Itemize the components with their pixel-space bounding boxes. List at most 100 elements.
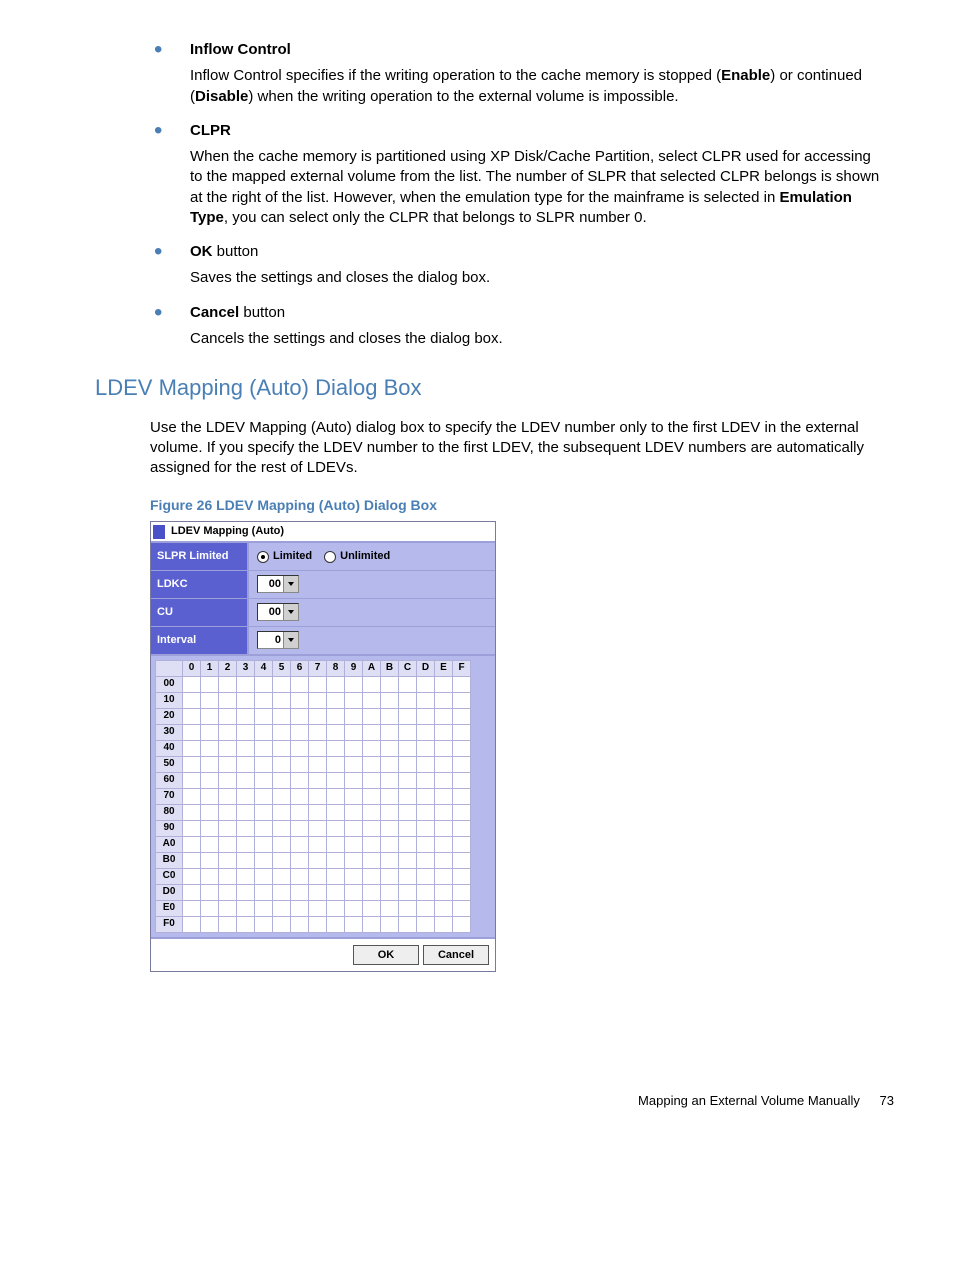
grid-cell[interactable]: [435, 804, 453, 820]
grid-cell[interactable]: [345, 852, 363, 868]
grid-cell[interactable]: [345, 900, 363, 916]
grid-cell[interactable]: [183, 852, 201, 868]
grid-cell[interactable]: [183, 756, 201, 772]
grid-cell[interactable]: [273, 724, 291, 740]
grid-cell[interactable]: [363, 852, 381, 868]
grid-cell[interactable]: [399, 676, 417, 692]
grid-cell[interactable]: [273, 772, 291, 788]
grid-cell[interactable]: [255, 788, 273, 804]
grid-cell[interactable]: [381, 916, 399, 932]
grid-cell[interactable]: [255, 900, 273, 916]
grid-cell[interactable]: [327, 916, 345, 932]
grid-cell[interactable]: [273, 804, 291, 820]
grid-cell[interactable]: [327, 740, 345, 756]
grid-cell[interactable]: [291, 788, 309, 804]
grid-cell[interactable]: [255, 852, 273, 868]
grid-cell[interactable]: [435, 756, 453, 772]
grid-cell[interactable]: [237, 868, 255, 884]
grid-cell[interactable]: [273, 692, 291, 708]
grid-cell[interactable]: [345, 708, 363, 724]
grid-cell[interactable]: [237, 692, 255, 708]
grid-cell[interactable]: [399, 820, 417, 836]
grid-cell[interactable]: [255, 708, 273, 724]
grid-cell[interactable]: [399, 916, 417, 932]
grid-cell[interactable]: [219, 900, 237, 916]
grid-cell[interactable]: [453, 852, 471, 868]
grid-cell[interactable]: [219, 756, 237, 772]
grid-cell[interactable]: [309, 804, 327, 820]
grid-cell[interactable]: [345, 788, 363, 804]
grid-cell[interactable]: [219, 820, 237, 836]
grid-cell[interactable]: [309, 916, 327, 932]
grid-cell[interactable]: [381, 852, 399, 868]
grid-cell[interactable]: [435, 916, 453, 932]
grid-cell[interactable]: [201, 676, 219, 692]
grid-cell[interactable]: [453, 916, 471, 932]
grid-cell[interactable]: [345, 804, 363, 820]
grid-cell[interactable]: [183, 788, 201, 804]
grid-cell[interactable]: [309, 788, 327, 804]
grid-cell[interactable]: [255, 772, 273, 788]
grid-cell[interactable]: [219, 868, 237, 884]
grid-cell[interactable]: [417, 756, 435, 772]
grid-cell[interactable]: [327, 820, 345, 836]
grid-cell[interactable]: [309, 772, 327, 788]
grid-cell[interactable]: [309, 756, 327, 772]
grid-cell[interactable]: [453, 804, 471, 820]
grid-cell[interactable]: [399, 724, 417, 740]
ldev-grid[interactable]: 0123456789ABCDEF 00102030405060708090A0B…: [155, 660, 471, 933]
grid-cell[interactable]: [435, 900, 453, 916]
grid-cell[interactable]: [399, 836, 417, 852]
grid-cell[interactable]: [417, 676, 435, 692]
grid-cell[interactable]: [201, 868, 219, 884]
grid-cell[interactable]: [381, 804, 399, 820]
grid-cell[interactable]: [183, 916, 201, 932]
grid-cell[interactable]: [291, 916, 309, 932]
grid-cell[interactable]: [219, 692, 237, 708]
grid-cell[interactable]: [363, 868, 381, 884]
grid-cell[interactable]: [327, 692, 345, 708]
grid-cell[interactable]: [309, 868, 327, 884]
grid-cell[interactable]: [327, 852, 345, 868]
grid-cell[interactable]: [399, 708, 417, 724]
grid-cell[interactable]: [345, 772, 363, 788]
grid-cell[interactable]: [237, 772, 255, 788]
grid-cell[interactable]: [327, 884, 345, 900]
grid-cell[interactable]: [417, 788, 435, 804]
grid-cell[interactable]: [345, 868, 363, 884]
dropdown-ldkc[interactable]: 00: [257, 575, 299, 593]
grid-cell[interactable]: [273, 740, 291, 756]
grid-cell[interactable]: [381, 772, 399, 788]
grid-cell[interactable]: [309, 676, 327, 692]
grid-cell[interactable]: [291, 804, 309, 820]
grid-cell[interactable]: [327, 708, 345, 724]
grid-cell[interactable]: [255, 740, 273, 756]
grid-cell[interactable]: [309, 724, 327, 740]
grid-cell[interactable]: [291, 868, 309, 884]
grid-cell[interactable]: [435, 740, 453, 756]
grid-cell[interactable]: [363, 756, 381, 772]
grid-cell[interactable]: [399, 788, 417, 804]
grid-cell[interactable]: [417, 900, 435, 916]
grid-cell[interactable]: [237, 916, 255, 932]
grid-cell[interactable]: [255, 836, 273, 852]
grid-cell[interactable]: [327, 772, 345, 788]
grid-cell[interactable]: [363, 900, 381, 916]
grid-cell[interactable]: [273, 836, 291, 852]
grid-cell[interactable]: [345, 740, 363, 756]
grid-cell[interactable]: [453, 724, 471, 740]
radio-unlimited[interactable]: Unlimited: [324, 549, 390, 564]
grid-cell[interactable]: [219, 788, 237, 804]
grid-cell[interactable]: [453, 772, 471, 788]
grid-cell[interactable]: [417, 884, 435, 900]
grid-cell[interactable]: [237, 852, 255, 868]
grid-cell[interactable]: [219, 740, 237, 756]
grid-cell[interactable]: [273, 820, 291, 836]
grid-cell[interactable]: [273, 676, 291, 692]
dropdown-cu[interactable]: 00: [257, 603, 299, 621]
grid-cell[interactable]: [435, 772, 453, 788]
grid-cell[interactable]: [417, 740, 435, 756]
grid-cell[interactable]: [435, 820, 453, 836]
grid-cell[interactable]: [219, 708, 237, 724]
grid-cell[interactable]: [417, 868, 435, 884]
